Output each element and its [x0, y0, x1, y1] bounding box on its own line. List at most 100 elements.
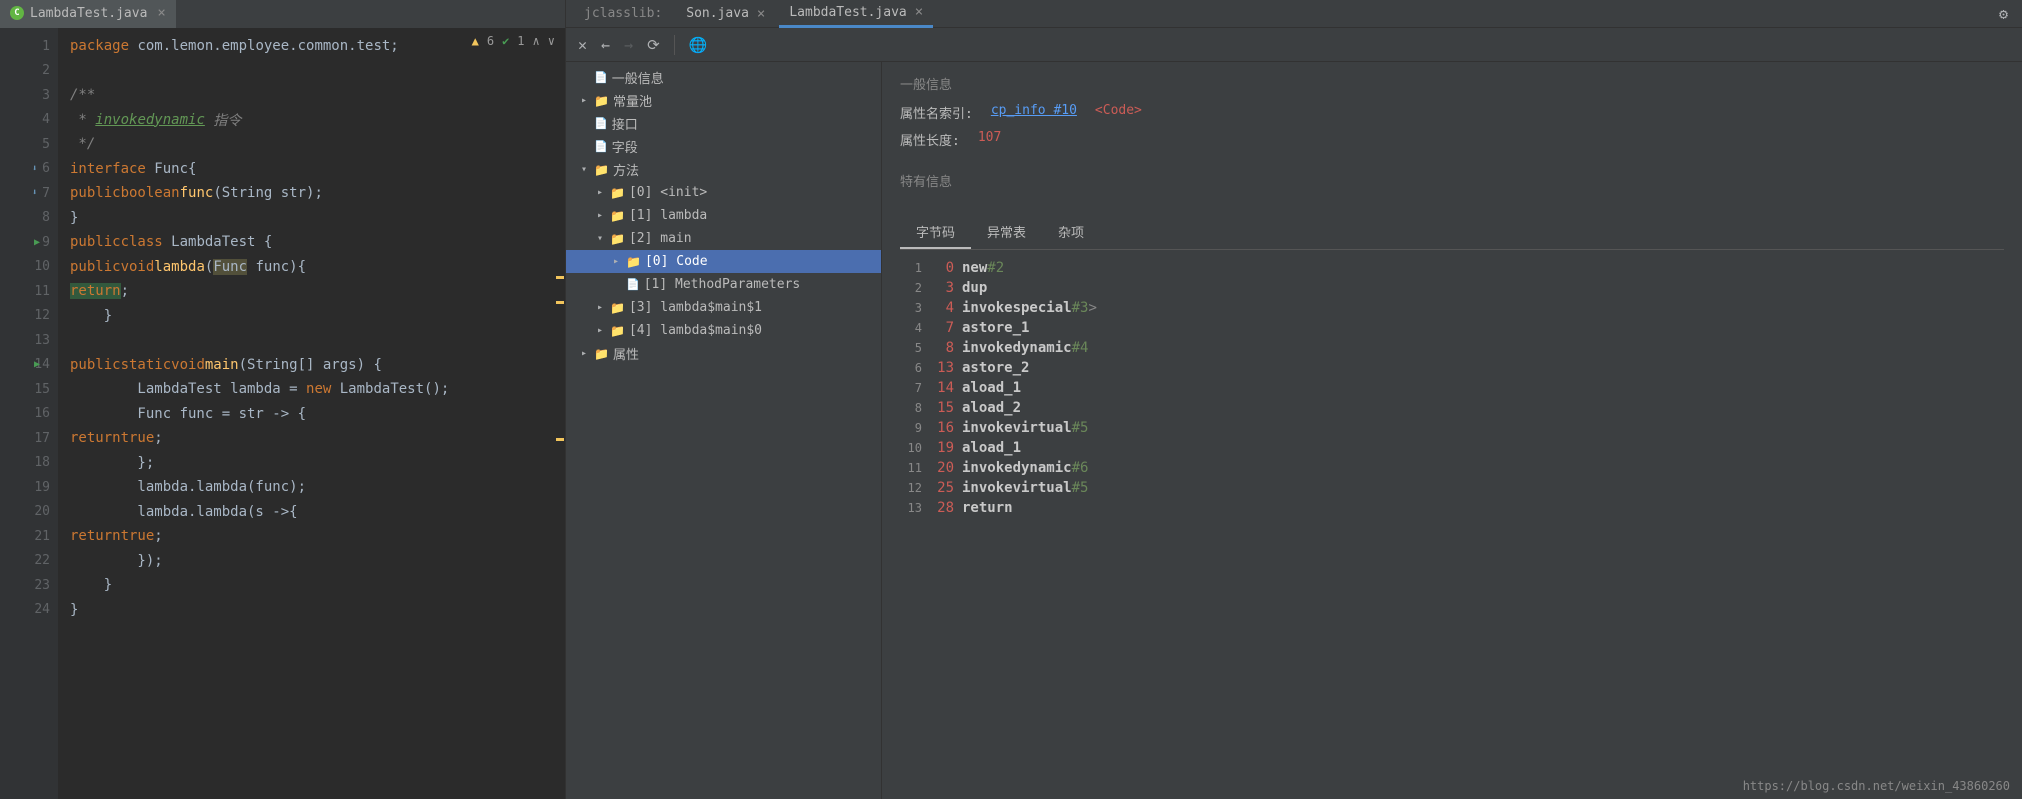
code-line[interactable]: [58, 59, 565, 84]
code-area[interactable]: package com.lemon.employee.common.test;/…: [58, 28, 565, 799]
code-line[interactable]: };: [58, 451, 565, 476]
tree-arrow-icon[interactable]: ▾: [578, 164, 590, 175]
chevron-down-icon[interactable]: ∨: [548, 34, 555, 48]
line-number[interactable]: 17: [0, 426, 58, 451]
code-line[interactable]: * invokedynamic 指令: [58, 108, 565, 133]
line-number[interactable]: 1: [0, 34, 58, 59]
line-number[interactable]: 24: [0, 598, 58, 623]
code-line[interactable]: return true;: [58, 524, 565, 549]
jclasslib-tab[interactable]: LambdaTest.java ×: [779, 0, 933, 28]
line-number[interactable]: 9▶: [0, 230, 58, 255]
code-line[interactable]: }: [58, 206, 565, 231]
line-number[interactable]: 21: [0, 524, 58, 549]
close-icon[interactable]: ×: [757, 6, 765, 22]
line-number[interactable]: 22: [0, 549, 58, 574]
code-line[interactable]: });: [58, 549, 565, 574]
line-number[interactable]: 3: [0, 83, 58, 108]
line-number[interactable]: 10: [0, 255, 58, 280]
code-line[interactable]: public static void main(String[] args) {: [58, 353, 565, 378]
bytecode-row[interactable]: 1120 invokedynamic #6: [900, 458, 2004, 478]
bytecode-row[interactable]: 714 aload_1: [900, 378, 2004, 398]
bytecode-row[interactable]: 916 invokevirtual #5: [900, 418, 2004, 438]
run-icon[interactable]: ▶: [34, 237, 40, 248]
code-line[interactable]: return true;: [58, 426, 565, 451]
tree-item[interactable]: 📄 [1] MethodParameters: [566, 273, 881, 296]
close-icon[interactable]: ✕: [578, 36, 587, 54]
tree-item[interactable]: ▸📁 [1] lambda: [566, 204, 881, 227]
bytecode-row[interactable]: 23 dup: [900, 278, 2004, 298]
line-number[interactable]: 6⬇: [0, 157, 58, 182]
code-line[interactable]: lambda.lambda(s ->{: [58, 500, 565, 525]
code-line[interactable]: public class LambdaTest {: [58, 230, 565, 255]
implements-icon[interactable]: ⬇: [32, 164, 37, 174]
line-number[interactable]: 8: [0, 206, 58, 231]
jclasslib-tab[interactable]: Son.java ×: [676, 1, 775, 27]
chevron-up-icon[interactable]: ∧: [533, 34, 540, 48]
tree-arrow-icon[interactable]: ▸: [578, 95, 590, 106]
line-number[interactable]: 4: [0, 108, 58, 133]
code-line[interactable]: public void lambda(Func func){: [58, 255, 565, 280]
implements-icon[interactable]: ⬇: [32, 188, 37, 198]
code-line[interactable]: */: [58, 132, 565, 157]
refresh-icon[interactable]: ⟳: [647, 36, 660, 54]
tree-item[interactable]: 📄 一般信息: [566, 66, 881, 89]
line-number[interactable]: 2: [0, 59, 58, 84]
editor-tab[interactable]: C LambdaTest.java ×: [0, 0, 176, 28]
line-number[interactable]: 19: [0, 475, 58, 500]
line-number[interactable]: 12: [0, 304, 58, 329]
code-line[interactable]: }: [58, 598, 565, 623]
line-number[interactable]: 18: [0, 451, 58, 476]
bytecode-row[interactable]: 1019 aload_1: [900, 438, 2004, 458]
tree-item[interactable]: ▸📁 [0] <init>: [566, 181, 881, 204]
tree-item[interactable]: ▸📁 常量池: [566, 89, 881, 112]
tree-item[interactable]: ▸📁 [0] Code: [566, 250, 881, 273]
tree-arrow-icon[interactable]: ▸: [610, 256, 622, 267]
code-line[interactable]: public boolean func(String str);: [58, 181, 565, 206]
tree-pane[interactable]: 📄 一般信息▸📁 常量池📄 接口📄 字段▾📁 方法▸📁 [0] <init>▸📁…: [566, 62, 882, 799]
tree-item[interactable]: ▸📁 [3] lambda$main$1: [566, 296, 881, 319]
bytecode-row[interactable]: 613 astore_2: [900, 358, 2004, 378]
bytecode-row[interactable]: 58 invokedynamic #4: [900, 338, 2004, 358]
code-line[interactable]: Func func = str -> {: [58, 402, 565, 427]
line-number[interactable]: 7⬇: [0, 181, 58, 206]
tree-item[interactable]: ▾📁 [2] main: [566, 227, 881, 250]
detail-tab-misc[interactable]: 杂项: [1042, 216, 1100, 249]
tree-arrow-icon[interactable]: ▸: [594, 210, 606, 221]
code-line[interactable]: }: [58, 573, 565, 598]
close-icon[interactable]: ×: [157, 5, 165, 21]
bytecode-row[interactable]: 47 astore_1: [900, 318, 2004, 338]
warning-mark[interactable]: [556, 276, 564, 279]
tree-item[interactable]: 📄 接口: [566, 112, 881, 135]
line-number[interactable]: 20: [0, 500, 58, 525]
tree-arrow-icon[interactable]: ▸: [594, 187, 606, 198]
tree-arrow-icon[interactable]: ▾: [594, 233, 606, 244]
line-number[interactable]: 23: [0, 573, 58, 598]
back-icon[interactable]: ←: [601, 36, 610, 54]
code-line[interactable]: [58, 328, 565, 353]
bytecode-row[interactable]: 815 aload_2: [900, 398, 2004, 418]
gear-icon[interactable]: ⚙: [1999, 5, 2008, 23]
warning-mark[interactable]: [556, 301, 564, 304]
tree-arrow-icon[interactable]: ▸: [578, 348, 590, 359]
line-number[interactable]: 14▶: [0, 353, 58, 378]
line-number[interactable]: 5: [0, 132, 58, 157]
code-line[interactable]: /**: [58, 83, 565, 108]
bytecode-row[interactable]: 1225 invokevirtual #5: [900, 478, 2004, 498]
code-line[interactable]: }: [58, 304, 565, 329]
tree-item[interactable]: 📄 字段: [566, 135, 881, 158]
code-line[interactable]: interface Func{: [58, 157, 565, 182]
bytecode-list[interactable]: 10 new #2 23 dup34 invokespecial #3 >47 …: [900, 258, 2004, 518]
bytecode-row[interactable]: 1328 return: [900, 498, 2004, 518]
inspection-status[interactable]: ▲6 ✔1 ∧ ∨: [472, 34, 555, 48]
tree-item[interactable]: ▾📁 方法: [566, 158, 881, 181]
line-number[interactable]: 13: [0, 328, 58, 353]
tree-arrow-icon[interactable]: ▸: [594, 325, 606, 336]
error-stripe[interactable]: [555, 28, 565, 799]
bytecode-row[interactable]: 34 invokespecial #3 >: [900, 298, 2004, 318]
editor-area[interactable]: ▲6 ✔1 ∧ ∨ 123456⬇7⬇89▶1011121314▶1516171…: [0, 28, 565, 799]
bytecode-row[interactable]: 10 new #2: [900, 258, 2004, 278]
cp-link[interactable]: cp_info #10: [991, 103, 1077, 122]
code-line[interactable]: return;: [58, 279, 565, 304]
code-line[interactable]: lambda.lambda(func);: [58, 475, 565, 500]
tree-arrow-icon[interactable]: ▸: [594, 302, 606, 313]
